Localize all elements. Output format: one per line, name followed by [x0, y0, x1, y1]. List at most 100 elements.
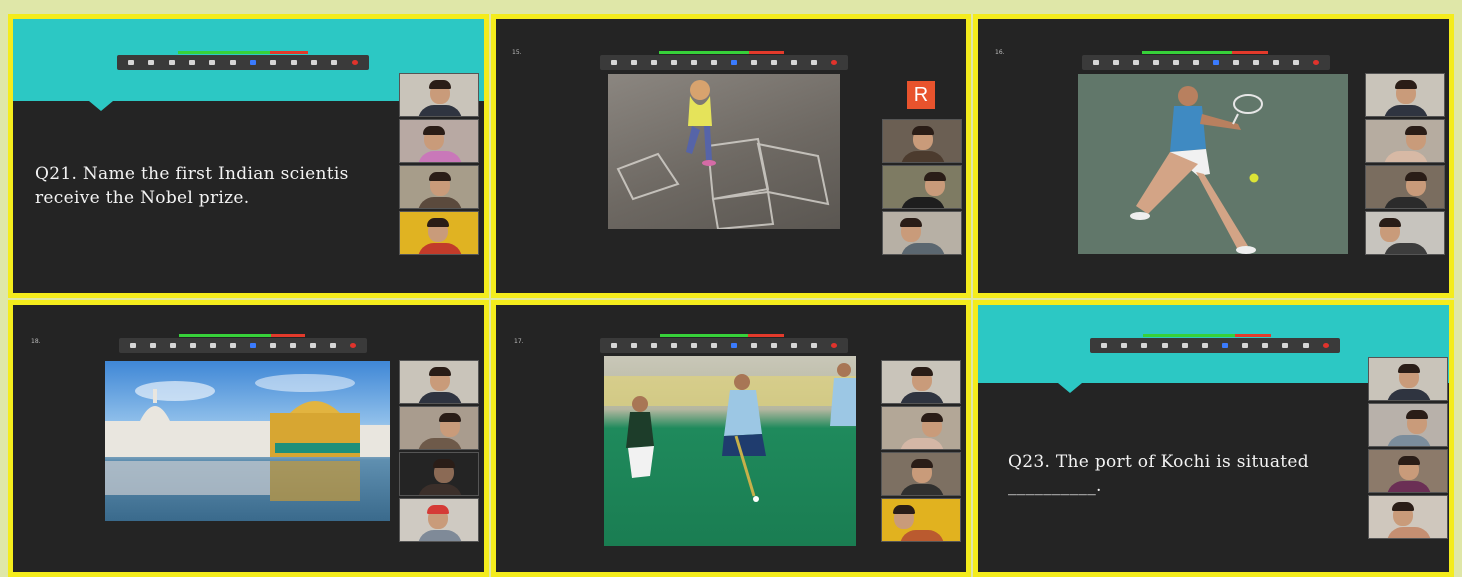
participant-video[interactable]: [881, 498, 961, 542]
meeting-toolbar[interactable]: [119, 338, 367, 353]
participant-video[interactable]: [881, 406, 961, 450]
share-screen-icon[interactable]: [228, 58, 238, 68]
reactions-icon[interactable]: [749, 341, 759, 351]
record-icon[interactable]: [729, 58, 739, 68]
mute-icon[interactable]: [1099, 341, 1109, 351]
participants-icon[interactable]: [1151, 58, 1161, 68]
whiteboard-icon[interactable]: [1271, 58, 1281, 68]
participants-icon[interactable]: [669, 58, 679, 68]
apps-icon[interactable]: [288, 341, 298, 351]
meeting-toolbar[interactable]: [600, 338, 848, 353]
security-icon[interactable]: [167, 58, 177, 68]
share-screen-icon[interactable]: [709, 58, 719, 68]
end-icon[interactable]: [829, 58, 839, 68]
participant-video[interactable]: [1368, 449, 1448, 493]
more-icon[interactable]: [1291, 58, 1301, 68]
reactions-icon[interactable]: [268, 58, 278, 68]
whiteboard-icon[interactable]: [789, 341, 799, 351]
participant-video[interactable]: [399, 165, 479, 209]
chat-icon[interactable]: [1171, 58, 1181, 68]
security-icon[interactable]: [649, 58, 659, 68]
end-icon[interactable]: [1321, 341, 1331, 351]
participant-video[interactable]: [399, 119, 479, 163]
participant-video[interactable]: [881, 360, 961, 404]
participants-icon[interactable]: [188, 341, 198, 351]
security-icon[interactable]: [1131, 58, 1141, 68]
chat-icon[interactable]: [207, 58, 217, 68]
more-icon[interactable]: [809, 341, 819, 351]
reactions-icon[interactable]: [1240, 341, 1250, 351]
record-icon[interactable]: [1211, 58, 1221, 68]
whiteboard-icon[interactable]: [309, 58, 319, 68]
participant-video[interactable]: [1365, 165, 1445, 209]
record-icon[interactable]: [248, 58, 258, 68]
meeting-toolbar[interactable]: [1090, 338, 1340, 353]
video-icon[interactable]: [629, 58, 639, 68]
chat-icon[interactable]: [1180, 341, 1190, 351]
participant-video[interactable]: [882, 165, 962, 209]
participant-video[interactable]: [882, 211, 962, 255]
participant-video[interactable]: [399, 498, 479, 542]
more-icon[interactable]: [1301, 341, 1311, 351]
more-icon[interactable]: [328, 341, 338, 351]
apps-icon[interactable]: [769, 341, 779, 351]
chat-icon[interactable]: [689, 341, 699, 351]
participants-icon[interactable]: [669, 341, 679, 351]
participant-video[interactable]: [1368, 403, 1448, 447]
participant-video[interactable]: [399, 360, 479, 404]
end-icon[interactable]: [1311, 58, 1321, 68]
participant-video[interactable]: [1365, 119, 1445, 163]
participant-video[interactable]: [1368, 495, 1448, 539]
participant-video[interactable]: [1365, 73, 1445, 117]
apps-icon[interactable]: [289, 58, 299, 68]
mute-icon[interactable]: [128, 341, 138, 351]
participants-icon[interactable]: [187, 58, 197, 68]
video-icon[interactable]: [146, 58, 156, 68]
reactions-icon[interactable]: [749, 58, 759, 68]
end-icon[interactable]: [350, 58, 360, 68]
record-icon[interactable]: [248, 341, 258, 351]
security-icon[interactable]: [1139, 341, 1149, 351]
end-icon[interactable]: [829, 341, 839, 351]
share-screen-icon[interactable]: [228, 341, 238, 351]
share-screen-icon[interactable]: [1191, 58, 1201, 68]
participant-video[interactable]: [1368, 357, 1448, 401]
meeting-toolbar[interactable]: [600, 55, 848, 70]
apps-icon[interactable]: [1251, 58, 1261, 68]
mute-icon[interactable]: [1091, 58, 1101, 68]
participant-video[interactable]: [882, 119, 962, 163]
record-icon[interactable]: [1220, 341, 1230, 351]
security-icon[interactable]: [649, 341, 659, 351]
mute-icon[interactable]: [609, 341, 619, 351]
share-screen-icon[interactable]: [1200, 341, 1210, 351]
apps-icon[interactable]: [769, 58, 779, 68]
more-icon[interactable]: [809, 58, 819, 68]
reactions-icon[interactable]: [268, 341, 278, 351]
apps-icon[interactable]: [1260, 341, 1270, 351]
whiteboard-icon[interactable]: [1280, 341, 1290, 351]
end-icon[interactable]: [348, 341, 358, 351]
participants-icon[interactable]: [1160, 341, 1170, 351]
whiteboard-icon[interactable]: [789, 58, 799, 68]
share-screen-icon[interactable]: [709, 341, 719, 351]
participant-video[interactable]: [399, 406, 479, 450]
mute-icon[interactable]: [126, 58, 136, 68]
participant-video[interactable]: [399, 73, 479, 117]
video-icon[interactable]: [148, 341, 158, 351]
participant-video[interactable]: [1365, 211, 1445, 255]
whiteboard-icon[interactable]: [308, 341, 318, 351]
meeting-toolbar[interactable]: [1082, 55, 1330, 70]
participant-video[interactable]: [399, 452, 479, 496]
video-icon[interactable]: [1111, 58, 1121, 68]
participant-video[interactable]: [881, 452, 961, 496]
security-icon[interactable]: [168, 341, 178, 351]
chat-icon[interactable]: [689, 58, 699, 68]
video-icon[interactable]: [1119, 341, 1129, 351]
more-icon[interactable]: [329, 58, 339, 68]
chat-icon[interactable]: [208, 341, 218, 351]
record-icon[interactable]: [729, 341, 739, 351]
meeting-toolbar[interactable]: [117, 55, 369, 70]
participant-video[interactable]: [399, 211, 479, 255]
reactions-icon[interactable]: [1231, 58, 1241, 68]
mute-icon[interactable]: [609, 58, 619, 68]
